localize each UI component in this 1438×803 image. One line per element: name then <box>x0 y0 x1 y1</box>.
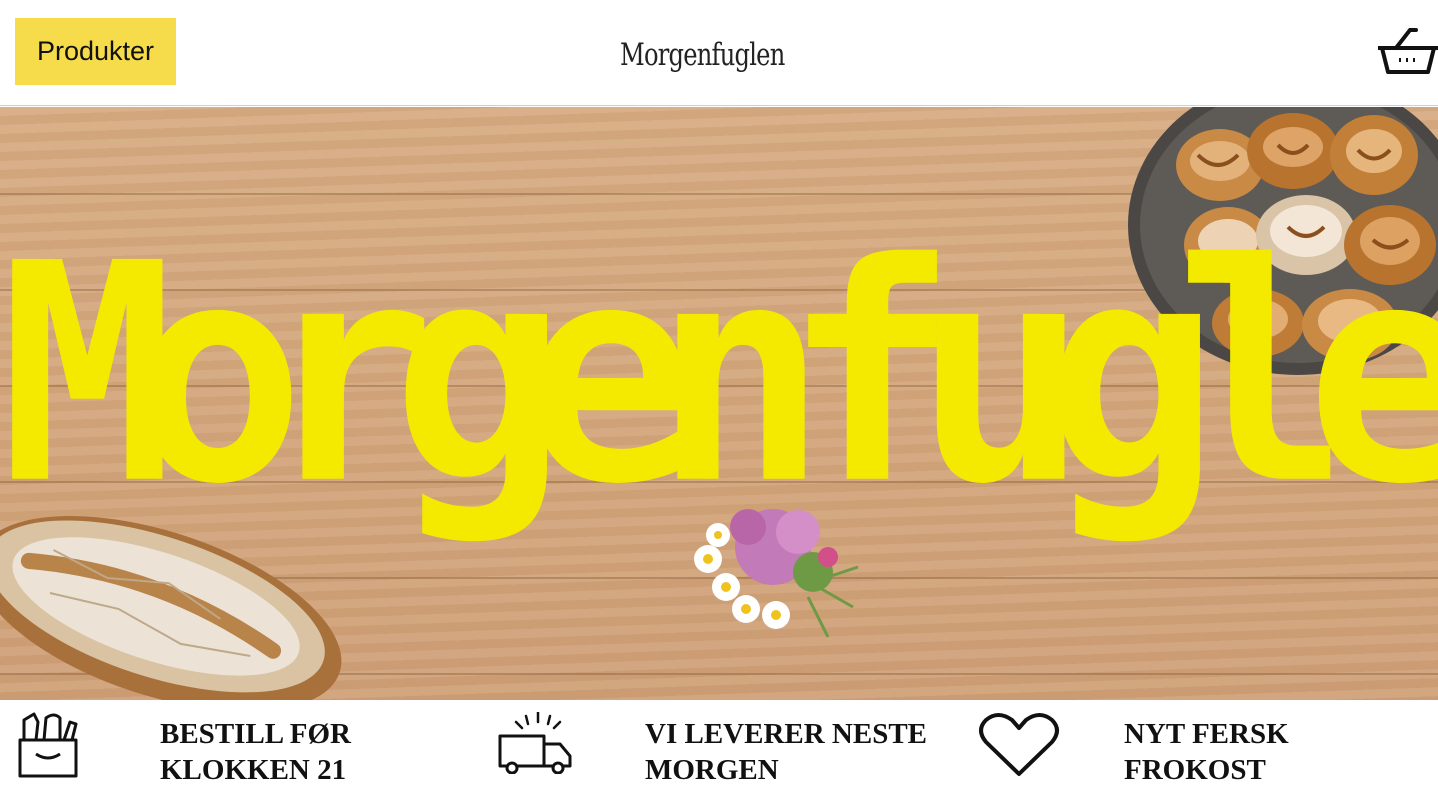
feature-text-line: MORGEN <box>645 754 779 786</box>
feature-text-line: NYT FERSK <box>1124 718 1289 750</box>
grocery-bag-icon <box>18 712 78 778</box>
products-menu-button[interactable]: Produkter <box>15 18 176 85</box>
features-bar: BESTILL FØR KLOKKEN 21 VI LEVERER NESTE … <box>0 700 1438 803</box>
shopping-basket-icon <box>1378 28 1438 74</box>
feature-text-line: VI LEVERER NESTE <box>645 718 928 750</box>
hero-banner: Morgenfuglen <box>0 107 1438 700</box>
logo-text: Morgenfuglen <box>620 37 785 73</box>
feature-text-line: BESTILL FØR <box>160 718 351 750</box>
feature-text-line: FROKOST <box>1124 754 1266 786</box>
site-header: Produkter Morgenfuglen <box>0 0 1438 106</box>
cart-button[interactable] <box>1376 26 1438 80</box>
feature-text-line: KLOKKEN 21 <box>160 754 347 786</box>
delivery-truck-icon <box>498 712 572 774</box>
heart-icon <box>979 713 1059 776</box>
hero-title: Morgenfuglen <box>0 200 1438 551</box>
site-logo[interactable]: Morgenfuglen <box>620 24 812 86</box>
